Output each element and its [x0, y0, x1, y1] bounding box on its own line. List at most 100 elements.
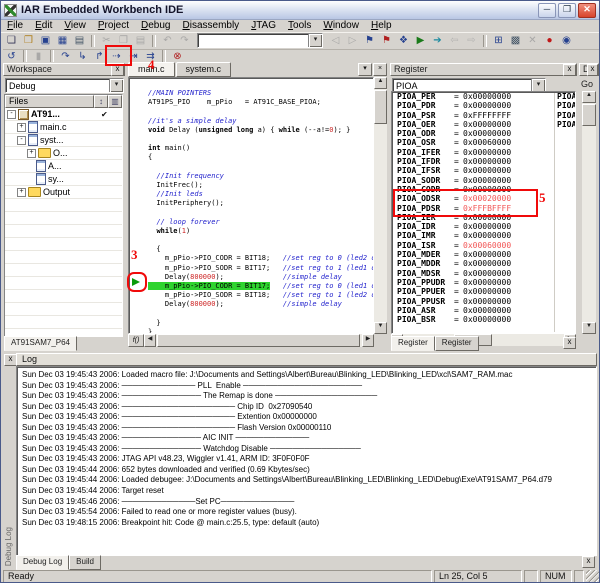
minimize-button[interactable]: ─	[538, 3, 556, 18]
code-line[interactable]: InitPeriphery();	[148, 199, 373, 208]
register-row-pioa-asr[interactable]: PIOA_ASR=0x00000000	[392, 306, 575, 315]
register-tabs-close-icon[interactable]: x	[563, 337, 576, 349]
editor-tab-system-c[interactable]: system.c	[176, 62, 232, 77]
code-line[interactable]: //MAIN POINTERS	[148, 89, 373, 98]
register-row-pioa-ifsr[interactable]: PIOA_IFSR=0x00000000	[392, 166, 575, 175]
register-row-pioa-idr[interactable]: PIOA_IDR=0x00000000	[392, 222, 575, 231]
menu-item-help[interactable]: Help	[365, 19, 398, 32]
code-line[interactable]	[148, 107, 373, 116]
files-header-build-icon[interactable]: ▥	[108, 95, 122, 108]
code-line[interactable]: while(1)	[148, 227, 373, 236]
code-line[interactable]: AT91PS_PIO m_pPio = AT91C_BASE_PIOA;	[148, 98, 373, 107]
scroll-up-icon[interactable]: ▲	[374, 77, 387, 89]
menu-item-disassembly[interactable]: Disassembly	[176, 19, 245, 32]
scroll-down-icon[interactable]: ▼	[374, 322, 387, 334]
tree-item-o[interactable]: +O...	[5, 147, 122, 160]
code-line[interactable]: InitFrec();	[148, 181, 373, 190]
register-row-pioa-mder[interactable]: PIOA_MDER=0x00000000	[392, 250, 575, 259]
code-line[interactable]: m_pPio->PIO_SODR = BIT17; //set reg to 1…	[148, 264, 373, 273]
resize-grip[interactable]	[586, 570, 599, 583]
editor-hscroll-thumb[interactable]	[157, 334, 360, 347]
code-line[interactable]: Delay(800000); //simple delay	[148, 273, 373, 282]
workspace-tab-project[interactable]: AT91SAM7_P64	[4, 336, 77, 351]
collapse-icon[interactable]: -	[7, 110, 16, 119]
register-row-pioa-pdr[interactable]: PIOA_PDR=0x00000000PIOA	[392, 101, 575, 110]
tree-item-a[interactable]: A...	[5, 160, 122, 173]
files-header-sort-icon[interactable]: ↕	[94, 95, 108, 108]
code-line[interactable]	[148, 135, 373, 144]
register-row-pioa-mddr[interactable]: PIOA_MDDR=0x00000000	[392, 259, 575, 268]
reset-button[interactable]: ↺	[3, 50, 20, 63]
find-combo[interactable]: ▾	[197, 33, 323, 48]
register-row-pioa-ifdr[interactable]: PIOA_IFDR=0x00000000	[392, 157, 575, 166]
register-row-pioa-sodr[interactable]: PIOA_SODR=0x00000000	[392, 176, 575, 185]
register-row-pioa-bsr[interactable]: PIOA_BSR=0x00000000	[392, 315, 575, 324]
register-row-pioa-psr[interactable]: PIOA_PSR=0xFFFFFFFFPIOA	[392, 111, 575, 120]
register-tab-register[interactable]: Register	[391, 336, 435, 351]
code-line[interactable]: //it's a simple delay	[148, 117, 373, 126]
next-bookmark-button[interactable]: ⚑	[378, 33, 395, 48]
register-row-pioa-ppuer[interactable]: PIOA_PPUER=0x00000000	[392, 287, 575, 296]
tree-item-main-c[interactable]: +main.c	[5, 121, 122, 134]
register-row-pioa-ppusr[interactable]: PIOA_PPUSR=0x00000000	[392, 297, 575, 306]
side-vscroll-thumb[interactable]	[582, 104, 596, 126]
log-dock-grip[interactable]: x Debug Log	[3, 351, 16, 570]
close-button[interactable]: ✕	[578, 3, 596, 18]
code-line[interactable]: // loop forever	[148, 218, 373, 227]
register-close-icon[interactable]: x	[563, 64, 576, 76]
expand-icon[interactable]: +	[17, 188, 26, 197]
register-row-pioa-ifer[interactable]: PIOA_IFER=0x00000000	[392, 148, 575, 157]
code-line[interactable]	[148, 310, 373, 319]
code-line[interactable]: m_pPio->PIO_CODR = BIT17; //set reg to 0…	[148, 282, 373, 291]
code-line[interactable]	[148, 236, 373, 245]
log-tab-debug-log[interactable]: Debug Log	[16, 555, 69, 570]
build-config-combo[interactable]: Debug ▾	[5, 78, 124, 93]
side-panel-close-icon[interactable]: x	[587, 64, 598, 76]
code-line[interactable]: void Delay (unsigned long a) { while (--…	[148, 126, 373, 135]
compile-button[interactable]: ⊞	[490, 33, 507, 48]
step-into-button[interactable]: ↳	[74, 50, 91, 63]
register-row-pioa-mdsr[interactable]: PIOA_MDSR=0x00000000	[392, 269, 575, 278]
menu-item-window[interactable]: Window	[317, 19, 365, 32]
tree-item-output[interactable]: +Output	[5, 186, 122, 199]
stop-debugging-button[interactable]: ⊗	[169, 50, 186, 63]
menu-item-view[interactable]: View	[58, 19, 92, 32]
open-button[interactable]: ❒	[20, 33, 37, 48]
tree-item-at91[interactable]: -AT91...✔	[5, 108, 122, 121]
register-row-pioa-oer[interactable]: PIOA_OER=0x00000000PIOA	[392, 120, 575, 129]
menu-item-project[interactable]: Project	[92, 19, 135, 32]
print-button[interactable]: ▤	[71, 33, 88, 48]
files-header-label[interactable]: Files	[5, 95, 94, 108]
scroll-up-icon[interactable]: ▲	[582, 91, 596, 103]
log-content[interactable]: Sun Dec 03 19:45:43 2006: Loaded macro f…	[16, 366, 597, 556]
register-row-pioa-odr[interactable]: PIOA_ODR=0x00000000	[392, 129, 575, 138]
scroll-down-icon[interactable]: ▼	[582, 322, 596, 334]
menu-item-debug[interactable]: Debug	[135, 19, 176, 32]
scroll-left-icon[interactable]: ◀	[144, 334, 156, 347]
collapse-icon[interactable]: -	[17, 136, 26, 145]
code-line[interactable]: Delay(800000); //simple delay	[148, 300, 373, 309]
code-line[interactable]: {	[148, 153, 373, 162]
register-tab-register-1[interactable]: Register	[435, 336, 479, 351]
menu-item-jtag[interactable]: JTAG	[245, 19, 282, 32]
code-line[interactable]	[148, 163, 373, 172]
toggle-breakpoint-button[interactable]: ●	[541, 33, 558, 48]
menu-item-tools[interactable]: Tools	[282, 19, 317, 32]
code-line[interactable]: m_pPio->PIO_CODR = BIT18; //set reg to 0…	[148, 254, 373, 263]
code-line[interactable]: int main()	[148, 144, 373, 153]
step-over-button[interactable]: ↷	[57, 50, 74, 63]
log-tab-build-1[interactable]: Build	[69, 555, 101, 570]
register-row-pioa-osr[interactable]: PIOA_OSR=0x00060000	[392, 138, 575, 147]
expand-icon[interactable]: +	[17, 123, 26, 132]
go-button[interactable]: ▶	[412, 33, 429, 48]
code-line[interactable]: {	[148, 245, 373, 254]
editor-vscroll-thumb[interactable]	[374, 90, 387, 124]
editor-close-icon[interactable]: ×	[373, 63, 387, 76]
code-line[interactable]: m_pPio->PIO_SODR = BIT18; //set reg to 1…	[148, 291, 373, 300]
code-editor[interactable]: //MAIN POINTERSAT91PS_PIO m_pPio = AT91C…	[128, 77, 374, 334]
goto-button[interactable]: ➔	[429, 33, 446, 48]
side-vscrollbar[interactable]	[582, 91, 596, 334]
register-row-pioa-isr[interactable]: PIOA_ISR=0x00060000	[392, 241, 575, 250]
register-row-pioa-imr[interactable]: PIOA_IMR=0x00000000	[392, 231, 575, 240]
code-line[interactable]: }	[148, 319, 373, 328]
